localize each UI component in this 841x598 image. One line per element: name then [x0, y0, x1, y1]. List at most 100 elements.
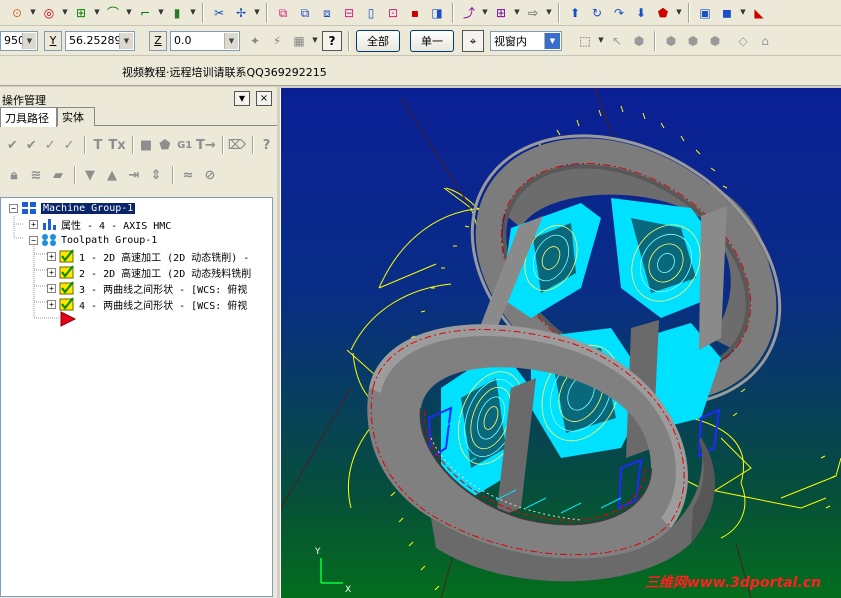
shade-icon[interactable]: ◼: [718, 4, 736, 22]
chevron-down-icon[interactable]: ▼: [544, 32, 560, 49]
curve-icon[interactable]: ↷: [610, 4, 628, 22]
grid-icon[interactable]: ⊞: [492, 4, 510, 22]
color-icon[interactable]: ◣: [750, 4, 768, 22]
help-icon[interactable]: ?: [258, 135, 275, 155]
x-coordinate-field[interactable]: 950 ▼: [0, 30, 38, 51]
lock-icon[interactable]: 🔒︎: [4, 165, 24, 185]
tree-node-operation-1[interactable]: + 1 - 2D 高速加工 (2D 动态铣削) -: [47, 248, 249, 264]
delete-icon[interactable]: ⌦: [228, 135, 246, 155]
expand-icon[interactable]: +: [47, 267, 56, 277]
regenerate-dirty-icon[interactable]: ✓: [61, 135, 78, 155]
post-lock-icon[interactable]: ▰: [48, 165, 68, 185]
select-all-button[interactable]: 全部: [356, 29, 400, 52]
tab-solids[interactable]: 实体: [57, 107, 95, 126]
scroll-icon[interactable]: ⇕: [146, 165, 166, 185]
toolpath-icon[interactable]: ⊟: [340, 4, 358, 22]
export-icon[interactable]: ⇨: [524, 4, 542, 22]
fast-point-icon[interactable]: ✦: [246, 32, 264, 50]
fast-line-icon[interactable]: ⚡: [268, 32, 286, 50]
chevron-down-icon[interactable]: ▼: [739, 4, 747, 22]
toggle-path-icon[interactable]: ≈: [178, 165, 198, 185]
tree-node-operation-4[interactable]: + 4 - 两曲线之间形状 - [WCS: 俯视: [47, 296, 247, 312]
backplot-icon[interactable]: T: [90, 135, 107, 155]
tree-node-operation-3[interactable]: + 3 - 两曲线之间形状 - [WCS: 俯视: [47, 280, 247, 296]
toolpath-icon[interactable]: ⊡: [384, 4, 402, 22]
chevron-down-icon[interactable]: ▼: [513, 4, 521, 22]
post-g1-icon[interactable]: G1: [175, 135, 194, 155]
chevron-down-icon[interactable]: ▼: [125, 4, 133, 22]
help-icon[interactable]: ?: [322, 30, 342, 51]
select-dirty-ops-icon[interactable]: ✔: [23, 135, 40, 155]
point-icon[interactable]: ◎: [40, 4, 58, 22]
toolpath-icon[interactable]: ▯: [362, 4, 380, 22]
show-selected-icon[interactable]: ⊘: [200, 165, 220, 185]
tree-node-toolpath-group[interactable]: − Toolpath Group-1: [29, 232, 157, 248]
toolpath-icon[interactable]: ⧈: [318, 4, 336, 22]
chevron-down-icon[interactable]: ▼: [253, 4, 261, 22]
down-arrow-icon[interactable]: ⬇: [632, 4, 650, 22]
chevron-down-icon[interactable]: ▼: [119, 32, 133, 49]
chevron-down-icon[interactable]: ▼: [675, 4, 683, 22]
toolpath-icon[interactable]: ▪: [406, 4, 424, 22]
verify-icon[interactable]: ⌂: [756, 32, 774, 50]
transform-icon[interactable]: ✢: [232, 4, 250, 22]
compass-icon[interactable]: ⊙: [8, 4, 26, 22]
insert-arrow-icon[interactable]: ⇥: [124, 165, 144, 185]
select-all-ops-icon[interactable]: ✔: [4, 135, 21, 155]
tree-node-machine-group[interactable]: − Machine Group-1: [9, 200, 136, 216]
expand-icon[interactable]: +: [47, 283, 56, 293]
tree-node-properties[interactable]: + 属性 - 4 - AXIS HMC: [29, 216, 171, 232]
back-select-icon[interactable]: ◇: [734, 32, 752, 50]
toolpath-icon[interactable]: ◨: [428, 4, 446, 22]
edge-select-icon[interactable]: ⬢: [706, 32, 724, 50]
insert-arrow-marker[interactable]: [59, 311, 77, 327]
solid-icon[interactable]: ⬟: [654, 4, 672, 22]
panel-close-button[interactable]: ×: [256, 91, 272, 106]
solid-select-icon[interactable]: ⬢: [630, 32, 648, 50]
collapse-icon[interactable]: −: [29, 235, 38, 245]
tab-toolpaths[interactable]: 刀具路径: [0, 107, 57, 127]
simulate-icon[interactable]: ⬟: [157, 135, 174, 155]
arc-toolpath-icon[interactable]: ⤴: [460, 4, 478, 22]
rotate-icon[interactable]: ↻: [588, 4, 606, 22]
select-mode-icon[interactable]: ⌖: [462, 29, 484, 52]
grid-point-icon[interactable]: ⊞: [72, 4, 90, 22]
y-coordinate-field[interactable]: 56.25289 ▼: [65, 30, 135, 51]
regenerate-icon[interactable]: ✓: [42, 135, 59, 155]
chevron-down-icon[interactable]: ▼: [157, 4, 165, 22]
level-icon[interactable]: ▦: [290, 32, 308, 50]
trim-icon[interactable]: ✂: [210, 4, 228, 22]
cylinder-icon[interactable]: ▮: [168, 4, 186, 22]
line-icon[interactable]: ⌐: [136, 4, 154, 22]
move-up-icon[interactable]: ▲: [102, 165, 122, 185]
expand-icon[interactable]: +: [47, 251, 56, 261]
chevron-down-icon[interactable]: ▼: [189, 4, 197, 22]
selection-mode-select[interactable]: 视窗内 ▼: [490, 30, 562, 51]
arc-icon[interactable]: ⌒: [104, 4, 122, 22]
chevron-down-icon[interactable]: ▼: [224, 32, 238, 49]
chevron-down-icon[interactable]: ▼: [481, 4, 489, 22]
expand-icon[interactable]: +: [29, 219, 38, 229]
high-feed-icon[interactable]: T→: [196, 135, 216, 155]
face-select-icon[interactable]: ⬢: [662, 32, 680, 50]
verify-icon[interactable]: ■: [138, 135, 155, 155]
expand-icon[interactable]: +: [47, 299, 56, 309]
window-select-icon[interactable]: ⬚: [576, 32, 594, 50]
graphics-viewport[interactable]: X Y 三维网www.3dportal.cn: [280, 88, 841, 598]
view-box-icon[interactable]: ▣: [696, 4, 714, 22]
body-select-icon[interactable]: ⬢: [684, 32, 702, 50]
chevron-down-icon[interactable]: ▼: [29, 4, 37, 22]
collapse-icon[interactable]: −: [9, 203, 18, 213]
move-down-icon[interactable]: ▼: [80, 165, 100, 185]
up-arrow-icon[interactable]: ⬆: [566, 4, 584, 22]
z-coordinate-field[interactable]: 0.0 ▼: [170, 30, 240, 51]
cursor-icon[interactable]: ↖: [608, 32, 626, 50]
tree-node-operation-2[interactable]: + 2 - 2D 高速加工 (2D 动态残料铣削: [47, 264, 251, 280]
chevron-down-icon[interactable]: ▼: [545, 4, 553, 22]
chevron-down-icon[interactable]: ▼: [93, 4, 101, 22]
panel-menu-button[interactable]: ▼: [234, 91, 250, 106]
backplot-x-icon[interactable]: Tx: [108, 135, 125, 155]
toolpath-icon[interactable]: ⧉: [296, 4, 314, 22]
chevron-down-icon[interactable]: ▼: [597, 32, 605, 50]
chevron-down-icon[interactable]: ▼: [311, 32, 319, 50]
